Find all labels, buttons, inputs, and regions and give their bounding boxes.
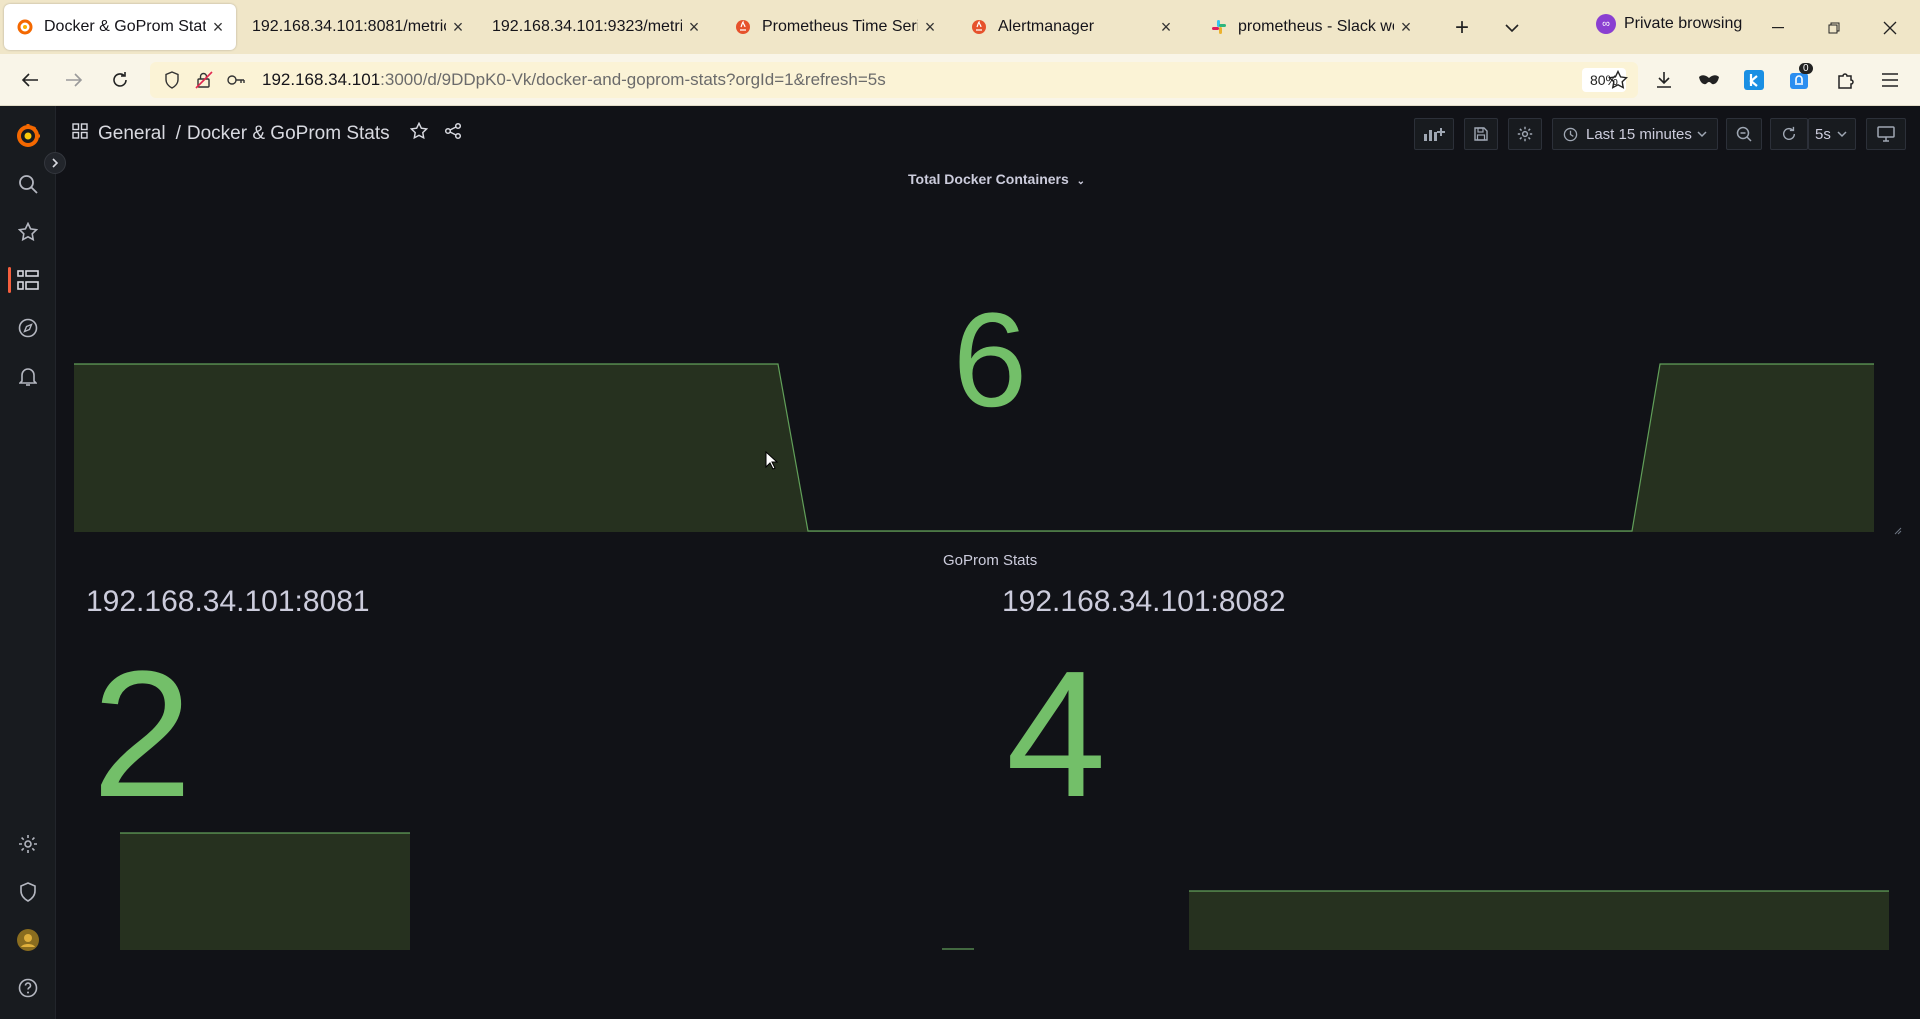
private-browsing-label: Private browsing — [1624, 15, 1743, 32]
server-admin-shield-icon[interactable] — [14, 878, 42, 906]
docker-containers-value: 6 — [952, 286, 1028, 435]
grafana-sidemenu — [0, 106, 56, 1019]
close-tab-icon[interactable]: × — [1394, 15, 1418, 39]
user-avatar[interactable] — [14, 926, 42, 954]
refresh-interval-picker[interactable]: 5s — [1808, 118, 1856, 150]
cycle-view-mode-monitor-icon[interactable] — [1866, 118, 1906, 150]
search-icon[interactable] — [14, 170, 42, 198]
new-tab-plus-icon[interactable]: + — [1448, 14, 1476, 42]
tab-label: Alertmanager — [998, 18, 1095, 35]
minimize-window-icon[interactable] — [1764, 14, 1792, 42]
forward-arrow-icon[interactable] — [60, 66, 88, 94]
goprom-left-instance-label: 192.168.34.101:8081 — [86, 585, 370, 618]
prometheus-favicon-icon — [734, 18, 752, 36]
downloads-icon[interactable] — [1650, 66, 1678, 94]
time-range-label: Last 15 minutes — [1586, 125, 1692, 143]
goprom-right-instance-label: 192.168.34.101:8082 — [1002, 585, 1286, 618]
goprom-8081-value: 2 — [92, 634, 193, 835]
bookmark-star-icon[interactable] — [1604, 66, 1632, 94]
browser-tab-bar: Docker & GoProm Stats - × 192.168.34.101… — [0, 0, 1920, 54]
panel-menu-chevron-icon: ⌄ — [1076, 176, 1086, 187]
private-browsing-indicator: ∞ Private browsing — [1596, 14, 1742, 34]
restore-window-icon[interactable] — [1820, 14, 1848, 42]
mark-favorite-star-icon[interactable] — [409, 121, 428, 146]
clock-icon — [1563, 127, 1578, 142]
add-panel-button[interactable] — [1414, 118, 1454, 150]
close-tab-icon[interactable]: × — [206, 15, 230, 39]
time-range-picker[interactable]: Last 15 minutes — [1552, 118, 1718, 150]
panel-resize-handle-icon[interactable] — [1892, 522, 1902, 535]
goprom-8081-sparkline — [120, 832, 410, 950]
tab-metrics-9323[interactable]: 192.168.34.101:9323/metrics × — [480, 4, 712, 50]
slack-favicon-icon — [1210, 18, 1228, 36]
back-arrow-icon[interactable] — [16, 66, 44, 94]
tab-prometheus[interactable]: Prometheus Time Series C × — [722, 4, 948, 50]
chevron-down-icon — [1837, 130, 1847, 138]
browser-navigation-bar: 192.168.34.101:3000/d/9DDpK0-Vk/docker-a… — [0, 54, 1920, 106]
starred-star-icon[interactable] — [14, 218, 42, 246]
url-path: :3000/d/9DDpK0-Vk/docker-and-goprom-stat… — [380, 70, 886, 89]
dashboard-settings-gear-icon[interactable] — [1508, 118, 1542, 150]
breadcrumb: General / Docker & GoProm Stats — [72, 121, 462, 146]
grafana-logo-icon[interactable] — [14, 122, 42, 150]
prometheus-favicon-icon — [970, 18, 988, 36]
chevron-down-icon — [1697, 130, 1707, 138]
close-tab-icon[interactable]: × — [446, 15, 470, 39]
dashboards-grid-icon[interactable] — [14, 266, 42, 294]
configuration-gear-icon[interactable] — [14, 830, 42, 858]
zoom-out-time-range-icon[interactable] — [1726, 118, 1762, 150]
reload-icon[interactable] — [106, 66, 134, 94]
save-dashboard-icon[interactable] — [1464, 118, 1498, 150]
goprom-row-title[interactable]: GoProm Stats — [943, 552, 1037, 569]
close-tab-icon[interactable]: × — [918, 15, 942, 39]
refresh-dashboard-icon[interactable] — [1770, 118, 1808, 150]
breadcrumb-folder-link[interactable]: General — [98, 123, 166, 145]
active-section-indicator — [8, 267, 11, 293]
refresh-interval-label: 5s — [1815, 125, 1831, 143]
tab-slack[interactable]: prometheus - Slack work × — [1198, 4, 1424, 50]
tab-label: 192.168.34.101:8081/metrics — [252, 18, 446, 35]
goprom-8082-sparkline — [942, 890, 1889, 950]
hamburger-menu-icon[interactable] — [1876, 66, 1904, 94]
bell-extension-icon[interactable]: 0 — [1785, 63, 1813, 94]
explore-compass-icon[interactable] — [14, 314, 42, 342]
grafana-favicon-icon — [16, 18, 34, 36]
dashboards-grid-icon — [72, 123, 88, 145]
url-host: 192.168.34.101 — [262, 70, 381, 89]
extension-badge-count: 0 — [1799, 63, 1813, 74]
tab-label: Prometheus Time Series C — [762, 18, 918, 35]
private-mask-icon: ∞ — [1596, 14, 1616, 34]
url-text[interactable]: 192.168.34.101:3000/d/9DDpK0-Vk/docker-a… — [262, 70, 886, 90]
docker-panel-title[interactable]: Total Docker Containers ⌄ — [908, 171, 1085, 187]
tab-label: 192.168.34.101:9323/metrics — [492, 18, 682, 35]
tab-metrics-8081[interactable]: 192.168.34.101:8081/metrics × — [240, 4, 476, 50]
extensions-puzzle-icon[interactable] — [1832, 66, 1860, 94]
alerting-bell-icon[interactable] — [14, 362, 42, 390]
tab-alertmanager[interactable]: Alertmanager × — [958, 4, 1184, 50]
list-all-tabs-chevron-icon[interactable] — [1498, 14, 1526, 42]
tab-label: prometheus - Slack work — [1238, 18, 1394, 35]
tracking-protection-shield-icon[interactable] — [160, 68, 184, 92]
k-extension-icon[interactable] — [1740, 66, 1768, 94]
private-mask-extension-icon[interactable] — [1695, 66, 1723, 94]
goprom-8082-value: 4 — [1006, 634, 1107, 835]
insecure-connection-lock-icon[interactable] — [192, 68, 216, 92]
docker-panel-title-text: Total Docker Containers — [908, 171, 1069, 187]
address-bar[interactable]: 192.168.34.101:3000/d/9DDpK0-Vk/docker-a… — [150, 62, 1638, 98]
close-tab-icon[interactable]: × — [1154, 15, 1178, 39]
close-tab-icon[interactable]: × — [682, 15, 706, 39]
tab-docker-goprom-stats[interactable]: Docker & GoProm Stats - × — [4, 4, 236, 50]
share-dashboard-icon[interactable] — [444, 122, 462, 146]
mouse-cursor-icon — [765, 450, 779, 476]
tab-label: Docker & GoProm Stats - — [44, 18, 206, 35]
help-question-icon[interactable] — [14, 974, 42, 1002]
permissions-key-icon[interactable] — [224, 68, 248, 92]
breadcrumb-separator: / — [175, 123, 181, 144]
close-window-icon[interactable] — [1876, 14, 1904, 42]
dashboard-title[interactable]: Docker & GoProm Stats — [187, 123, 390, 145]
